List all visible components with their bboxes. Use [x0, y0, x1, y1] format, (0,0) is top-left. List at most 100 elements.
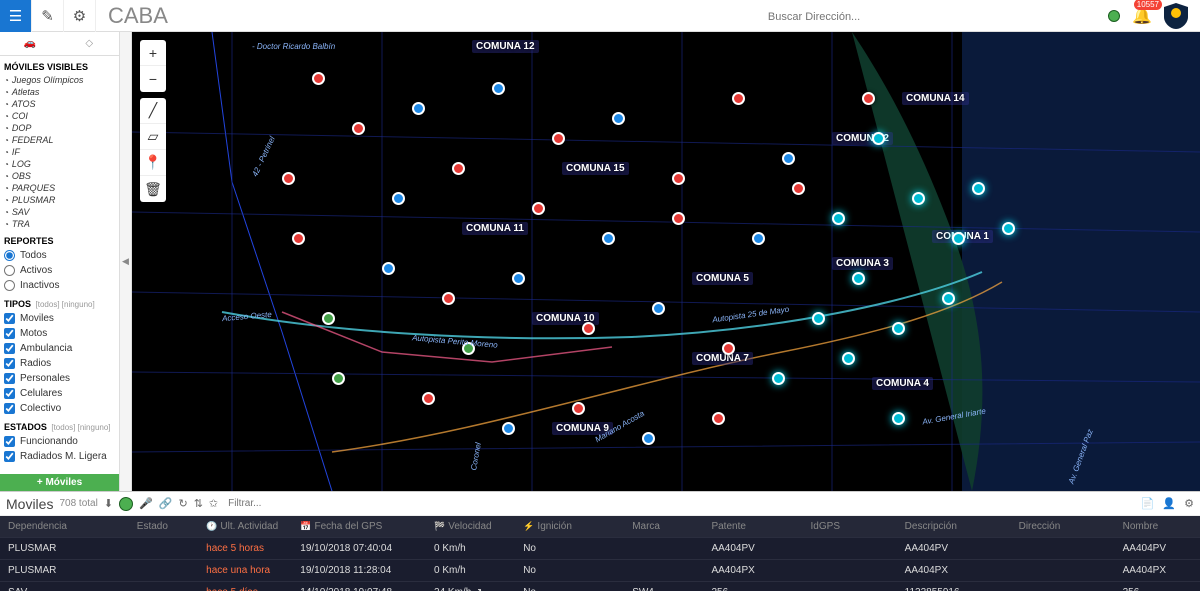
th-direccion[interactable]: Dirección	[1019, 521, 1123, 532]
map-marker[interactable]	[292, 232, 305, 245]
visible-item[interactable]: SAV	[4, 206, 115, 218]
menu-button[interactable]: ☰	[0, 0, 32, 32]
visible-item[interactable]: COI	[4, 110, 115, 122]
visible-item[interactable]: DOP	[4, 122, 115, 134]
edit-button[interactable]: ✎	[32, 0, 64, 32]
delete-tool-button[interactable]: 🗑	[140, 176, 166, 202]
th-descripcion[interactable]: Descripción	[905, 521, 1019, 532]
map-marker[interactable]	[502, 422, 515, 435]
tool-star-icon[interactable]: ✩	[209, 497, 218, 510]
visible-item[interactable]: IF	[4, 146, 115, 158]
tipo-checkbox[interactable]: Colectivo	[4, 401, 115, 416]
table-filter-input[interactable]	[228, 498, 360, 509]
add-moviles-button[interactable]: + Móviles	[0, 474, 119, 491]
estado-checkbox[interactable]: Radiados M. Ligera	[4, 449, 115, 464]
tipo-checkbox[interactable]: Motos	[4, 326, 115, 341]
map-marker[interactable]	[972, 182, 985, 195]
tipos-links[interactable]: [todos] [ninguno]	[36, 300, 95, 309]
map-marker[interactable]	[942, 292, 955, 305]
tool-export-icon[interactable]: 📄	[1141, 497, 1155, 510]
zoom-out-button[interactable]: −	[140, 66, 166, 92]
draw-line-button[interactable]: ╱	[140, 98, 166, 124]
map-marker[interactable]	[842, 352, 855, 365]
th-fecha[interactable]: 📅Fecha del GPS	[300, 521, 434, 532]
map-marker[interactable]	[652, 302, 665, 315]
map-marker[interactable]	[672, 212, 685, 225]
map-marker[interactable]	[832, 212, 845, 225]
map-marker[interactable]	[852, 272, 865, 285]
map-marker[interactable]	[712, 412, 725, 425]
visible-item[interactable]: FEDERAL	[4, 134, 115, 146]
th-ignicion[interactable]: ⚡Ignición	[523, 521, 632, 532]
map-marker[interactable]	[282, 172, 295, 185]
table-row[interactable]: PLUSMARhace 5 horas19/10/2018 07:40:040 …	[0, 537, 1200, 559]
map-marker[interactable]	[422, 392, 435, 405]
search-input[interactable]	[768, 11, 968, 23]
settings-button[interactable]: ⚙	[64, 0, 96, 32]
map-marker[interactable]	[782, 152, 795, 165]
estado-checkbox[interactable]: Funcionando	[4, 434, 115, 449]
reporte-option[interactable]: Todos	[4, 248, 115, 263]
th-idgps[interactable]: IdGPS	[811, 521, 905, 532]
map-marker[interactable]	[912, 192, 925, 205]
tool-status-icon[interactable]	[119, 497, 133, 511]
map-marker[interactable]	[1002, 222, 1015, 235]
tool-refresh-icon[interactable]: ↻	[178, 497, 187, 510]
map-marker[interactable]	[892, 322, 905, 335]
map-marker[interactable]	[772, 372, 785, 385]
tipo-checkbox[interactable]: Celulares	[4, 386, 115, 401]
map-marker[interactable]	[412, 102, 425, 115]
map-marker[interactable]	[332, 372, 345, 385]
map[interactable]: + − ╱ ▱ 📍 🗑 COMUNA 1COMUNA 2COMUNA 3COMU…	[132, 32, 1200, 491]
table-row[interactable]: PLUSMARhace una hora19/10/2018 11:28:040…	[0, 559, 1200, 581]
draw-poly-button[interactable]: ▱	[140, 124, 166, 150]
visible-item[interactable]: Atletas	[4, 86, 115, 98]
visible-item[interactable]: TRA	[4, 218, 115, 230]
map-marker[interactable]	[582, 322, 595, 335]
map-marker[interactable]	[572, 402, 585, 415]
map-marker[interactable]	[722, 342, 735, 355]
map-marker[interactable]	[382, 262, 395, 275]
visible-item[interactable]: OBS	[4, 170, 115, 182]
map-marker[interactable]	[892, 412, 905, 425]
map-marker[interactable]	[812, 312, 825, 325]
th-estado[interactable]: Estado	[137, 521, 206, 532]
zoom-in-button[interactable]: +	[140, 40, 166, 66]
tool-gear-icon[interactable]: ⚙	[1184, 497, 1194, 510]
tipo-checkbox[interactable]: Personales	[4, 371, 115, 386]
map-marker[interactable]	[532, 202, 545, 215]
tool-person-icon[interactable]: 👤	[1162, 497, 1176, 510]
reporte-option[interactable]: Activos	[4, 263, 115, 278]
th-marca[interactable]: Marca	[632, 521, 711, 532]
tool-download-icon[interactable]: ⬇	[104, 497, 113, 510]
th-nombre[interactable]: Nombre	[1123, 521, 1192, 532]
estados-links[interactable]: [todos] [ninguno]	[51, 423, 110, 432]
map-marker[interactable]	[752, 232, 765, 245]
tipo-checkbox[interactable]: Moviles	[4, 311, 115, 326]
tipo-checkbox[interactable]: Ambulancia	[4, 341, 115, 356]
map-marker[interactable]	[952, 232, 965, 245]
visible-item[interactable]: Juegos Olímpicos	[4, 74, 115, 86]
map-marker[interactable]	[492, 82, 505, 95]
map-marker[interactable]	[452, 162, 465, 175]
visible-item[interactable]: LOG	[4, 158, 115, 170]
map-marker[interactable]	[672, 172, 685, 185]
map-marker[interactable]	[352, 122, 365, 135]
map-marker[interactable]	[602, 232, 615, 245]
tool-arrows-icon[interactable]: ⇅	[194, 497, 203, 510]
map-marker[interactable]	[862, 92, 875, 105]
visible-item[interactable]: ATOS	[4, 98, 115, 110]
map-marker[interactable]	[642, 432, 655, 445]
tool-link-icon[interactable]: 🔗	[159, 497, 173, 510]
map-marker[interactable]	[612, 112, 625, 125]
table-row[interactable]: SAVhace 5 días14/10/2018 19:07:4824 Km/h…	[0, 581, 1200, 591]
map-marker[interactable]	[552, 132, 565, 145]
tool-mic-icon[interactable]: 🎤	[139, 497, 153, 510]
map-marker[interactable]	[512, 272, 525, 285]
tab-layers[interactable]: ◇	[60, 32, 120, 55]
th-dependencia[interactable]: Dependencia	[8, 521, 137, 532]
map-marker[interactable]	[322, 312, 335, 325]
visible-item[interactable]: PARQUES	[4, 182, 115, 194]
map-marker[interactable]	[312, 72, 325, 85]
tab-vehicles[interactable]: 🚗	[0, 32, 60, 55]
